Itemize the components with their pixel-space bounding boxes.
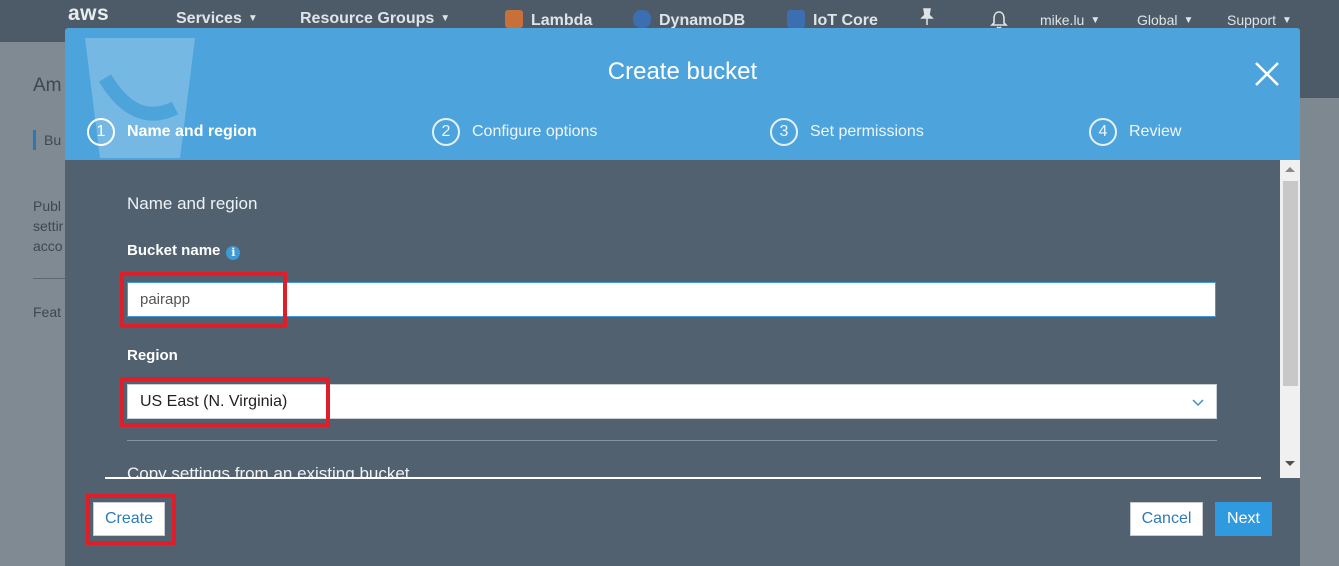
highlight-region	[120, 377, 330, 427]
step-review[interactable]: 4 Review	[1089, 118, 1181, 146]
background-paragraph-1: Publ	[33, 198, 62, 214]
shortcut-iot-core-label: IoT Core	[813, 12, 878, 29]
step-number: 1	[87, 118, 115, 146]
step-number: 4	[1089, 118, 1117, 146]
lambda-icon	[505, 10, 523, 28]
scrollbar-thumb[interactable]	[1283, 181, 1298, 386]
copy-settings-heading: Copy settings from an existing bucket	[127, 464, 410, 478]
step-label: Set permissions	[810, 123, 924, 140]
chevron-down-icon	[1192, 399, 1204, 407]
background-paragraph-2: settir	[33, 218, 64, 234]
chevron-down-icon: ▼	[1282, 15, 1292, 26]
background-tab-indicator	[33, 130, 36, 150]
background-paragraph-3: acco	[33, 238, 63, 254]
next-button[interactable]: Next	[1215, 502, 1272, 536]
info-icon[interactable]: i	[226, 246, 241, 260]
background-right-strip	[1300, 42, 1339, 98]
chevron-down-icon: ▼	[1183, 15, 1194, 26]
user-name: mike.lu	[1040, 12, 1085, 28]
aws-logo[interactable]: aws	[68, 2, 109, 26]
step-label: Review	[1129, 123, 1182, 140]
chevron-down-icon: ▼	[440, 13, 451, 24]
shortcut-dynamodb[interactable]: DynamoDB	[633, 10, 745, 30]
background-divider	[33, 278, 66, 279]
step-configure-options[interactable]: 2 Configure options	[432, 118, 597, 146]
region-name: Global	[1137, 12, 1178, 28]
step-number: 2	[432, 118, 460, 146]
cancel-button[interactable]: Cancel	[1130, 502, 1203, 536]
step-label: Configure options	[472, 123, 598, 140]
support-label: Support	[1227, 12, 1277, 28]
shortcut-lambda[interactable]: Lambda	[505, 10, 592, 30]
services-label: Services	[176, 10, 242, 27]
scroll-up-icon[interactable]	[1285, 167, 1295, 172]
background-feature: Feat	[33, 304, 62, 320]
shortcut-iot-core[interactable]: IoT Core	[787, 10, 878, 30]
step-name-and-region[interactable]: 1 Name and region	[87, 118, 257, 146]
step-set-permissions[interactable]: 3 Set permissions	[770, 118, 924, 146]
background-title: Am	[33, 75, 62, 96]
background-tab: Bu	[44, 132, 62, 148]
chevron-down-icon: ▼	[1090, 15, 1101, 26]
region-label: Region	[127, 347, 178, 364]
services-menu[interactable]: Services ▼	[176, 10, 258, 28]
shortcut-lambda-label: Lambda	[531, 12, 593, 29]
scroll-down-icon[interactable]	[1285, 461, 1295, 466]
footer-divider	[105, 477, 1261, 479]
section-divider	[127, 440, 1217, 441]
shortcut-dynamodb-label: DynamoDB	[659, 12, 746, 29]
step-label: Name and region	[127, 123, 257, 140]
section-title: Name and region	[127, 194, 258, 213]
resource-groups-label: Resource Groups	[300, 10, 435, 27]
modal-title: Create bucket	[607, 58, 758, 85]
iot-core-icon	[787, 10, 805, 28]
chevron-down-icon: ▼	[247, 13, 258, 24]
bucket-name-label: Bucket name i	[127, 242, 241, 260]
resource-groups-menu[interactable]: Resource Groups ▼	[300, 10, 450, 28]
close-icon[interactable]	[1253, 60, 1281, 88]
step-number: 3	[770, 118, 798, 146]
support-menu[interactable]: Support ▼	[1227, 12, 1292, 28]
user-menu[interactable]: mike.lu ▼	[1040, 12, 1100, 28]
dynamodb-icon	[633, 10, 651, 28]
region-menu[interactable]: Global ▼	[1137, 12, 1193, 28]
highlight-bucket-name	[120, 272, 287, 328]
bucket-name-input[interactable]	[127, 282, 1216, 317]
highlight-create-button	[86, 494, 176, 545]
modal-header: Create bucket 1 Name and region 2 Config…	[65, 28, 1300, 160]
bucket-name-label-text: Bucket name	[127, 242, 221, 259]
